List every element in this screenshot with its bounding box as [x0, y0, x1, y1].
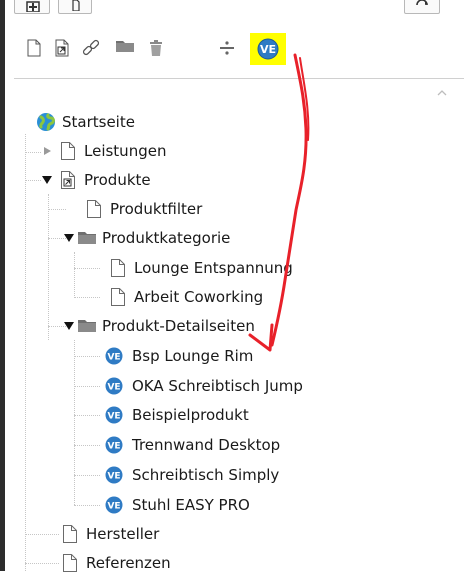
- tree-item-arbeit-coworking[interactable]: Arbeit Coworking: [108, 284, 263, 310]
- folder-icon: [76, 315, 98, 337]
- ve-icon: VE: [104, 375, 124, 397]
- tree-item-label: Bsp Lounge Rim: [132, 347, 254, 365]
- tree-line: [25, 563, 59, 564]
- svg-text:VE: VE: [107, 353, 120, 363]
- tree-item-label: Produktfilter: [110, 200, 203, 218]
- tree-item-label: OKA Schreibtisch Jump: [132, 377, 303, 395]
- refresh-icon: [416, 0, 428, 6]
- page-icon: [108, 286, 128, 308]
- divider-button[interactable]: [217, 37, 237, 59]
- divider-icon: [220, 41, 234, 55]
- tree-item-bsp-lounge-rim[interactable]: VE Bsp Lounge Rim: [104, 343, 253, 369]
- tree-item-label: Schreibtisch Simply: [132, 466, 280, 484]
- page-icon: [84, 198, 104, 220]
- ve-icon: VE: [104, 404, 124, 426]
- plus-page-icon: [26, 1, 40, 12]
- new-page-icon: [27, 39, 41, 57]
- tree-item-beispielprodukt[interactable]: VE Beispielprodukt: [104, 402, 249, 428]
- tree-line: [74, 505, 100, 506]
- tree-item-produktfilter[interactable]: Produktfilter: [84, 196, 202, 222]
- svg-text:VE: VE: [107, 442, 120, 452]
- refresh-button[interactable]: [404, 0, 440, 14]
- tree-item-label: Trennwand Desktop: [132, 436, 281, 454]
- new-link-button[interactable]: [80, 37, 100, 59]
- tree-item-label: Stuhl EASY PRO: [132, 496, 250, 514]
- new-content-button[interactable]: [14, 0, 50, 14]
- shortcut-page-icon: [58, 169, 78, 191]
- tree-item-label: Leistungen: [84, 142, 167, 160]
- ve-icon: VE: [104, 494, 124, 516]
- tree-item-label: Produkt-Detailseiten: [102, 317, 255, 335]
- tree-line: [74, 297, 100, 298]
- page-icon: [58, 140, 78, 162]
- tree-item-hersteller[interactable]: Hersteller: [60, 521, 159, 547]
- tree-item-label: Beispielprodukt: [132, 406, 249, 424]
- page-icon: [60, 523, 80, 545]
- tree-item-label: Referenzen: [86, 554, 171, 572]
- svg-text:VE: VE: [107, 412, 120, 422]
- ve-icon: VE: [104, 464, 124, 486]
- tree-line: [74, 415, 100, 416]
- new-folder-button[interactable]: [113, 37, 134, 59]
- tree-line: [25, 134, 26, 571]
- tree-line: [74, 475, 100, 476]
- scroll-up-icon[interactable]: [437, 89, 447, 97]
- page-icon: [72, 0, 80, 11]
- folder-icon: [76, 227, 98, 249]
- tree-item-stuhl-easy-pro[interactable]: VE Stuhl EASY PRO: [104, 492, 250, 518]
- tree-item-label: Lounge Entspannung: [134, 259, 293, 277]
- svg-text:VE: VE: [107, 502, 120, 512]
- svg-text:VE: VE: [107, 383, 120, 393]
- ve-icon: VE: [257, 38, 279, 60]
- folder-icon: [116, 41, 134, 52]
- recycler-button[interactable]: [147, 37, 167, 59]
- expanded-toggle-icon[interactable]: [62, 231, 76, 245]
- tree-item-label: Hersteller: [86, 525, 160, 543]
- svg-text:VE: VE: [260, 43, 276, 56]
- tree-item-lounge-entspannung[interactable]: Lounge Entspannung: [108, 255, 293, 281]
- trash-icon: [150, 40, 162, 56]
- tree-item-leistungen[interactable]: Leistungen: [40, 138, 166, 164]
- ve-icon: VE: [104, 434, 124, 456]
- shortcut-page-icon: [55, 39, 69, 57]
- link-icon: [82, 39, 100, 56]
- ve-button[interactable]: VE: [257, 38, 279, 60]
- tree-item-label: Startseite: [62, 113, 135, 131]
- tree-line: [74, 356, 100, 357]
- tree-line: [74, 268, 100, 269]
- tree-item-produktkategorie[interactable]: Produktkategorie: [62, 225, 230, 251]
- new-page-button[interactable]: [24, 37, 44, 59]
- globe-icon: [36, 111, 56, 133]
- tree-line: [25, 152, 41, 153]
- tree-line: [74, 252, 75, 298]
- expanded-toggle-icon[interactable]: [40, 173, 54, 187]
- tree-item-oka-schreibtisch-jump[interactable]: VE OKA Schreibtisch Jump: [104, 373, 303, 399]
- tree-line: [74, 386, 100, 387]
- tree-line: [25, 180, 41, 181]
- tree-item-label: Produkte: [84, 171, 151, 189]
- ve-icon: VE: [104, 345, 124, 367]
- collapsed-toggle-icon[interactable]: [40, 144, 54, 158]
- page-button[interactable]: [58, 0, 92, 14]
- tree-item-label: Produktkategorie: [102, 229, 231, 247]
- tree-line: [48, 209, 66, 210]
- tree-item-referenzen[interactable]: Referenzen: [60, 550, 171, 576]
- tree-item-produkt-detailseiten[interactable]: Produkt-Detailseiten: [62, 313, 255, 339]
- tree-item-startseite[interactable]: Startseite: [36, 109, 135, 135]
- new-shortcut-page-button[interactable]: [52, 37, 72, 59]
- expanded-toggle-icon[interactable]: [62, 319, 76, 333]
- svg-text:VE: VE: [107, 472, 120, 482]
- page-icon: [108, 257, 128, 279]
- tree-line: [25, 534, 59, 535]
- tree-line: [48, 194, 49, 340]
- tree-item-schreibtisch-simply[interactable]: VE Schreibtisch Simply: [104, 462, 279, 488]
- tree-item-label: Arbeit Coworking: [134, 288, 264, 306]
- tree-line: [74, 445, 100, 446]
- tree-item-produkte[interactable]: Produkte: [40, 167, 151, 193]
- tree-line: [74, 340, 75, 505]
- tree-item-trennwand-desktop[interactable]: VE Trennwand Desktop: [104, 432, 280, 458]
